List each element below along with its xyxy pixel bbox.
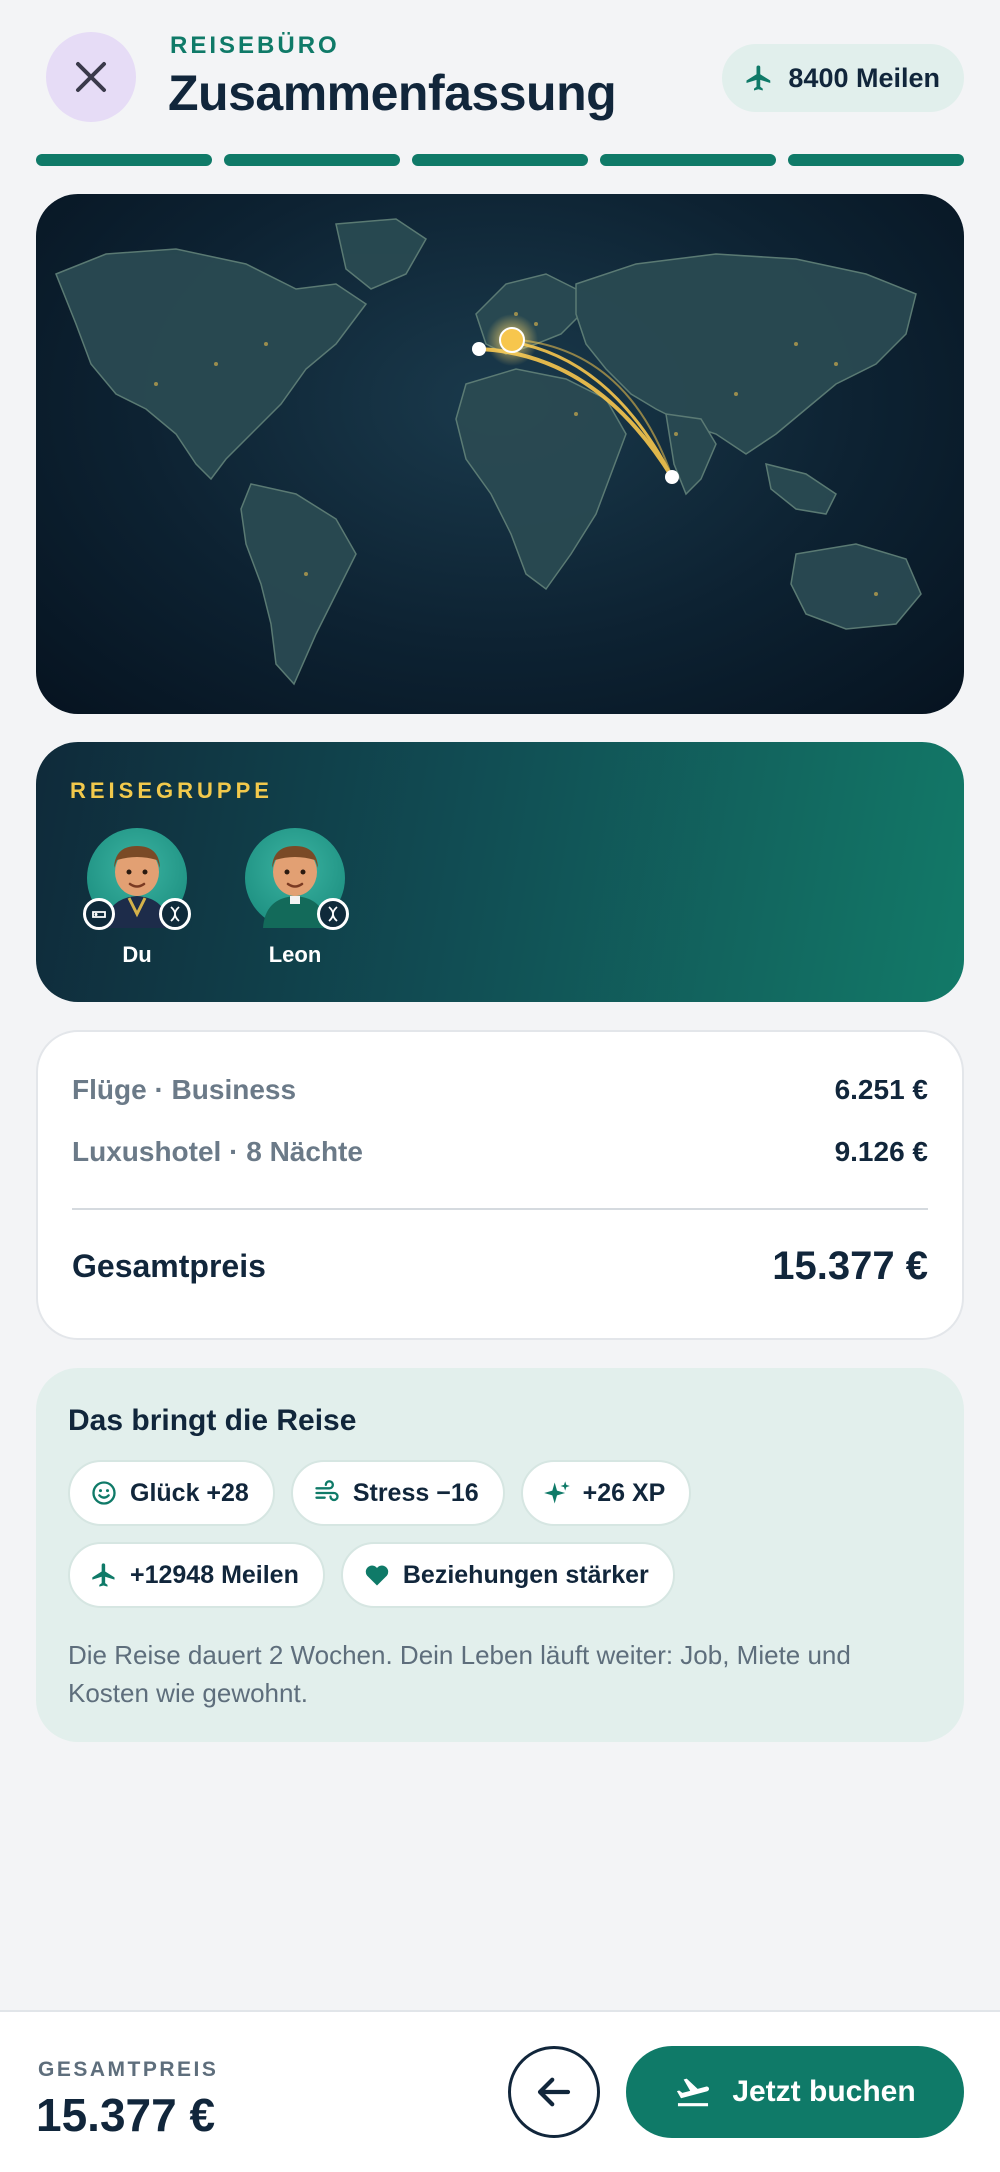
cost-row: Luxushotel · 8 Nächte 9.126 € <box>72 1136 928 1168</box>
total-value: 15.377 € <box>772 1244 928 1288</box>
back-button[interactable] <box>508 2046 600 2138</box>
section-eyebrow: REISEBÜRO <box>170 32 340 59</box>
member-name: Leon <box>268 942 322 967</box>
total-row: Gesamtpreis 15.377 € <box>72 1244 928 1289</box>
progress-segment <box>600 154 776 166</box>
book-now-button[interactable]: Jetzt buchen <box>626 2046 964 2138</box>
trip-benefits-card: Das bringt die Reise Glück +28 Stress −1… <box>36 1368 964 1742</box>
cost-label: Flüge · Business <box>72 1074 297 1105</box>
cost-label: Luxushotel · 8 Nächte <box>72 1136 363 1167</box>
travel-group-card: REISEGRUPPE Du Leon <box>36 742 964 1002</box>
benefit-chip: Glück +28 <box>68 1460 275 1526</box>
progress-segment <box>788 154 964 166</box>
avatar <box>83 828 191 930</box>
price-summary-card: Flüge · Business 6.251 € Luxushotel · 8 … <box>36 1030 964 1340</box>
gamepad-badge-icon <box>83 898 115 930</box>
group-member[interactable]: Du <box>82 828 192 968</box>
group-label: REISEGRUPPE <box>70 778 273 803</box>
footer-total-value: 15.377 € <box>36 2089 216 2141</box>
book-now-label: Jetzt buchen <box>732 2075 916 2108</box>
cost-value: 9.126 € <box>834 1136 928 1167</box>
avatar <box>245 828 349 930</box>
sparkle-icon <box>543 1481 570 1504</box>
dna-badge-icon <box>159 898 191 930</box>
cost-value: 6.251 € <box>834 1074 928 1105</box>
cost-row: Flüge · Business 6.251 € <box>72 1074 928 1106</box>
heart-icon <box>365 1565 389 1586</box>
member-name: Du <box>122 942 152 967</box>
benefit-chip: +12948 Meilen <box>68 1542 325 1608</box>
progress-segment <box>412 154 588 166</box>
benefit-label: +12948 Meilen <box>130 1560 299 1589</box>
dna-badge-icon <box>317 898 349 930</box>
progress-segment <box>36 154 212 166</box>
step-progress <box>36 154 964 166</box>
smiley-icon <box>92 1481 116 1505</box>
miles-value: 8400 Meilen <box>788 62 940 93</box>
footer-total-label: GESAMTPREIS <box>38 2058 219 2081</box>
close-icon <box>76 62 106 92</box>
group-member[interactable]: Leon <box>240 828 350 968</box>
divider <box>72 1208 928 1210</box>
benefit-chips: Glück +28 Stress −16 +26 XP +12948 Meile… <box>68 1460 928 1608</box>
world-map-illustration <box>55 218 922 686</box>
header: REISEBÜRO Zusammenfassung 8400 Meilen <box>36 30 964 130</box>
total-label: Gesamtpreis <box>72 1248 266 1284</box>
benefit-chip: Stress −16 <box>290 1460 505 1526</box>
benefit-chip: +26 XP <box>520 1460 692 1526</box>
benefit-label: +26 XP <box>582 1478 666 1507</box>
arrow-left-icon <box>537 2077 571 2107</box>
airplane-icon <box>92 1563 115 1587</box>
trip-note: Die Reise dauert 2 Wochen. Dein Leben lä… <box>68 1640 851 1708</box>
benefit-label: Beziehungen stärker <box>402 1560 649 1589</box>
benefit-label: Stress −16 <box>352 1478 479 1507</box>
airplane-icon <box>746 65 771 91</box>
miles-badge: 8400 Meilen <box>722 44 964 112</box>
benefit-label: Glück +28 <box>130 1478 249 1507</box>
page-title: Zusammenfassung <box>168 65 617 121</box>
close-button[interactable] <box>46 32 136 122</box>
wind-icon <box>315 1480 339 1502</box>
bottom-bar: GESAMTPREIS 15.377 € Jetzt buchen <box>0 2010 1000 2172</box>
benefits-title: Das bringt die Reise <box>68 1404 357 1437</box>
progress-segment <box>224 154 400 166</box>
departure-icon <box>677 2078 710 2107</box>
benefit-chip: Beziehungen stärker <box>340 1542 675 1608</box>
route-map <box>36 194 964 714</box>
